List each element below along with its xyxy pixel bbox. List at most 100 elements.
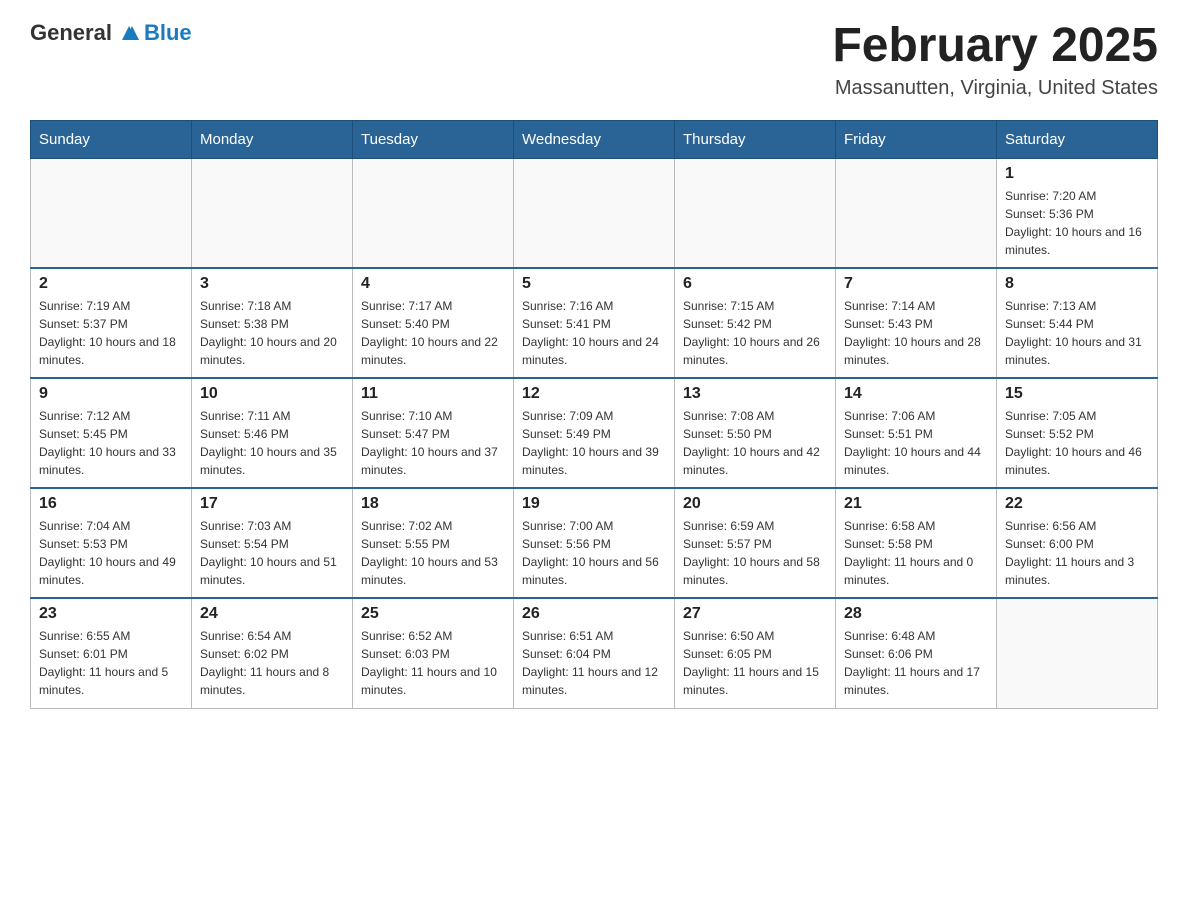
month-title: February 2025 [832, 20, 1158, 73]
table-row: 28 Sunrise: 6:48 AMSunset: 6:06 PMDayligh… [836, 598, 997, 708]
day-number: 23 [39, 605, 183, 623]
table-row: 8 Sunrise: 7:13 AMSunset: 5:44 PMDaylight… [997, 268, 1158, 378]
table-row [675, 158, 836, 268]
day-number: 4 [361, 275, 505, 293]
day-number: 9 [39, 385, 183, 403]
day-info: Sunrise: 7:03 AMSunset: 5:54 PMDaylight:… [200, 517, 344, 589]
day-info: Sunrise: 6:54 AMSunset: 6:02 PMDaylight:… [200, 627, 344, 699]
table-row: 16 Sunrise: 7:04 AMSunset: 5:53 PMDayligh… [31, 488, 192, 598]
table-row: 20 Sunrise: 6:59 AMSunset: 5:57 PMDayligh… [675, 488, 836, 598]
header-friday: Friday [836, 120, 997, 158]
calendar-week-row: 2 Sunrise: 7:19 AMSunset: 5:37 PMDaylight… [31, 268, 1158, 378]
logo-icon [118, 22, 140, 44]
table-row: 18Sunrise: 7:02 AMSunset: 5:55 PMDayligh… [353, 488, 514, 598]
logo: General Blue [30, 20, 192, 46]
day-number: 12 [522, 385, 666, 403]
day-info: Sunrise: 7:04 AMSunset: 5:53 PMDaylight:… [39, 517, 183, 589]
day-info: Sunrise: 7:05 AMSunset: 5:52 PMDaylight:… [1005, 407, 1149, 479]
day-number: 22 [1005, 495, 1149, 513]
day-info: Sunrise: 7:18 AMSunset: 5:38 PMDaylight:… [200, 297, 344, 369]
table-row: 26 Sunrise: 6:51 AMSunset: 6:04 PMDayligh… [514, 598, 675, 708]
calendar-week-row: 23 Sunrise: 6:55 AMSunset: 6:01 PMDayligh… [31, 598, 1158, 708]
table-row: 17Sunrise: 7:03 AMSunset: 5:54 PMDayligh… [192, 488, 353, 598]
day-number: 1 [1005, 165, 1149, 183]
day-info: Sunrise: 7:11 AMSunset: 5:46 PMDaylight:… [200, 407, 344, 479]
day-number: 7 [844, 275, 988, 293]
table-row: 3 Sunrise: 7:18 AMSunset: 5:38 PMDaylight… [192, 268, 353, 378]
day-number: 6 [683, 275, 827, 293]
day-info: Sunrise: 6:52 AMSunset: 6:03 PMDaylight:… [361, 627, 505, 699]
table-row: 19Sunrise: 7:00 AMSunset: 5:56 PMDayligh… [514, 488, 675, 598]
table-row: 2 Sunrise: 7:19 AMSunset: 5:37 PMDaylight… [31, 268, 192, 378]
weekday-header-row: Sunday Monday Tuesday Wednesday Thursday… [31, 120, 1158, 158]
table-row [192, 158, 353, 268]
day-info: Sunrise: 7:02 AMSunset: 5:55 PMDaylight:… [361, 517, 505, 589]
day-info: Sunrise: 7:00 AMSunset: 5:56 PMDaylight:… [522, 517, 666, 589]
header-tuesday: Tuesday [353, 120, 514, 158]
day-number: 21 [844, 495, 988, 513]
table-row: 25Sunrise: 6:52 AMSunset: 6:03 PMDayligh… [353, 598, 514, 708]
header-monday: Monday [192, 120, 353, 158]
day-number: 8 [1005, 275, 1149, 293]
day-info: Sunrise: 6:48 AMSunset: 6:06 PMDaylight:… [844, 627, 988, 699]
day-number: 5 [522, 275, 666, 293]
table-row: 5 Sunrise: 7:16 AMSunset: 5:41 PMDaylight… [514, 268, 675, 378]
day-info: Sunrise: 7:06 AMSunset: 5:51 PMDaylight:… [844, 407, 988, 479]
header-thursday: Thursday [675, 120, 836, 158]
day-info: Sunrise: 7:12 AMSunset: 5:45 PMDaylight:… [39, 407, 183, 479]
table-row [836, 158, 997, 268]
day-info: Sunrise: 7:15 AMSunset: 5:42 PMDaylight:… [683, 297, 827, 369]
day-info: Sunrise: 7:17 AMSunset: 5:40 PMDaylight:… [361, 297, 505, 369]
table-row: 1 Sunrise: 7:20 AMSunset: 5:36 PMDaylight… [997, 158, 1158, 268]
day-number: 3 [200, 275, 344, 293]
day-info: Sunrise: 7:13 AMSunset: 5:44 PMDaylight:… [1005, 297, 1149, 369]
table-row [514, 158, 675, 268]
day-info: Sunrise: 7:20 AMSunset: 5:36 PMDaylight:… [1005, 187, 1149, 259]
table-row: 24 Sunrise: 6:54 AMSunset: 6:02 PMDayligh… [192, 598, 353, 708]
table-row: 14 Sunrise: 7:06 AMSunset: 5:51 PMDayligh… [836, 378, 997, 488]
day-number: 20 [683, 495, 827, 513]
day-number: 2 [39, 275, 183, 293]
day-info: Sunrise: 7:10 AMSunset: 5:47 PMDaylight:… [361, 407, 505, 479]
day-info: Sunrise: 6:56 AMSunset: 6:00 PMDaylight:… [1005, 517, 1149, 589]
day-number: 24 [200, 605, 344, 623]
day-number: 11 [361, 385, 505, 403]
day-number: 13 [683, 385, 827, 403]
calendar-week-row: 1 Sunrise: 7:20 AMSunset: 5:36 PMDaylight… [31, 158, 1158, 268]
day-info: Sunrise: 6:55 AMSunset: 6:01 PMDaylight:… [39, 627, 183, 699]
table-row: 4 Sunrise: 7:17 AMSunset: 5:40 PMDaylight… [353, 268, 514, 378]
table-row [31, 158, 192, 268]
day-info: Sunrise: 6:51 AMSunset: 6:04 PMDaylight:… [522, 627, 666, 699]
table-row: 27Sunrise: 6:50 AMSunset: 6:05 PMDayligh… [675, 598, 836, 708]
day-info: Sunrise: 6:50 AMSunset: 6:05 PMDaylight:… [683, 627, 827, 699]
logo-text-blue: Blue [144, 20, 192, 46]
table-row: 22 Sunrise: 6:56 AMSunset: 6:00 PMDayligh… [997, 488, 1158, 598]
table-row [997, 598, 1158, 708]
table-row: 15 Sunrise: 7:05 AMSunset: 5:52 PMDayligh… [997, 378, 1158, 488]
calendar-week-row: 16 Sunrise: 7:04 AMSunset: 5:53 PMDayligh… [31, 488, 1158, 598]
day-number: 28 [844, 605, 988, 623]
logo-text-general: General [30, 20, 112, 46]
day-info: Sunrise: 7:16 AMSunset: 5:41 PMDaylight:… [522, 297, 666, 369]
table-row: 6 Sunrise: 7:15 AMSunset: 5:42 PMDaylight… [675, 268, 836, 378]
day-number: 15 [1005, 385, 1149, 403]
day-number: 16 [39, 495, 183, 513]
table-row: 21Sunrise: 6:58 AMSunset: 5:58 PMDayligh… [836, 488, 997, 598]
day-info: Sunrise: 7:08 AMSunset: 5:50 PMDaylight:… [683, 407, 827, 479]
day-info: Sunrise: 7:19 AMSunset: 5:37 PMDaylight:… [39, 297, 183, 369]
page-header: General Blue February 2025 Massanutten, … [30, 20, 1158, 100]
day-info: Sunrise: 7:09 AMSunset: 5:49 PMDaylight:… [522, 407, 666, 479]
table-row: 11 Sunrise: 7:10 AMSunset: 5:47 PMDayligh… [353, 378, 514, 488]
table-row: 9 Sunrise: 7:12 AMSunset: 5:45 PMDaylight… [31, 378, 192, 488]
table-row: 7Sunrise: 7:14 AMSunset: 5:43 PMDaylight… [836, 268, 997, 378]
table-row: 23 Sunrise: 6:55 AMSunset: 6:01 PMDayligh… [31, 598, 192, 708]
table-row [353, 158, 514, 268]
day-info: Sunrise: 6:59 AMSunset: 5:57 PMDaylight:… [683, 517, 827, 589]
header-saturday: Saturday [997, 120, 1158, 158]
calendar-table: Sunday Monday Tuesday Wednesday Thursday… [30, 120, 1158, 709]
header-sunday: Sunday [31, 120, 192, 158]
day-number: 10 [200, 385, 344, 403]
day-number: 14 [844, 385, 988, 403]
day-number: 26 [522, 605, 666, 623]
header-wednesday: Wednesday [514, 120, 675, 158]
